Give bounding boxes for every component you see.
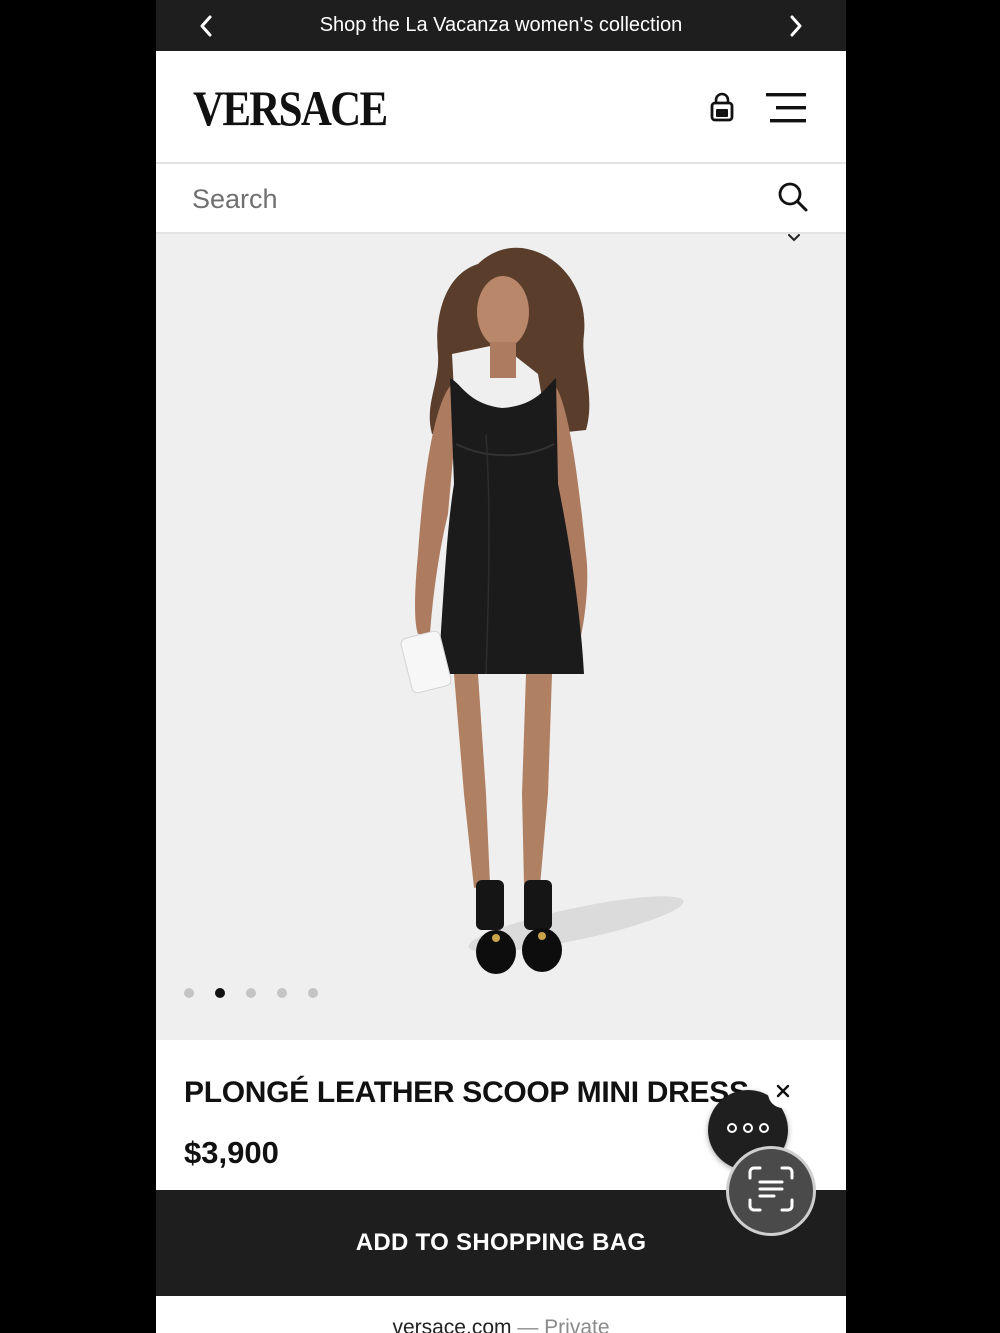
promo-banner[interactable]: Shop the La Vacanza women's collection <box>156 0 846 51</box>
product-image-carousel[interactable] <box>156 234 846 1040</box>
product-price: $3,900 <box>184 1135 279 1170</box>
search-input[interactable] <box>192 178 752 220</box>
search-icon[interactable] <box>776 180 810 214</box>
scan-text-button[interactable] <box>726 1146 816 1236</box>
product-photo <box>400 247 684 974</box>
browser-url-bar[interactable]: versace.com — Private <box>156 1296 846 1333</box>
chevron-down-icon[interactable] <box>786 230 802 242</box>
browsing-mode: Private <box>544 1316 610 1333</box>
carousel-dots <box>184 988 318 998</box>
carousel-dot[interactable] <box>215 988 225 998</box>
shopping-bag-icon[interactable] <box>708 91 736 125</box>
hamburger-menu-icon[interactable] <box>764 91 808 125</box>
scan-text-icon <box>746 1164 796 1219</box>
carousel-dot[interactable] <box>277 988 287 998</box>
chevron-right-icon[interactable] <box>771 0 821 51</box>
product-name: PLONGÉ LEATHER SCOOP MINI DRESS <box>184 1076 749 1109</box>
more-icon <box>726 1121 770 1139</box>
carousel-dot[interactable] <box>246 988 256 998</box>
search-bar <box>156 164 846 234</box>
url-separator: — <box>511 1316 545 1333</box>
close-overlay-button[interactable] <box>768 1078 798 1108</box>
url-domain: versace.com <box>392 1316 512 1333</box>
chevron-left-icon[interactable] <box>181 0 231 51</box>
close-icon <box>775 1083 791 1104</box>
promo-text[interactable]: Shop the La Vacanza women's collection <box>320 14 683 37</box>
carousel-dot[interactable] <box>308 988 318 998</box>
site-header: VERSACE <box>156 51 846 164</box>
carousel-dot[interactable] <box>184 988 194 998</box>
brand-logo[interactable]: VERSACE <box>193 81 388 135</box>
